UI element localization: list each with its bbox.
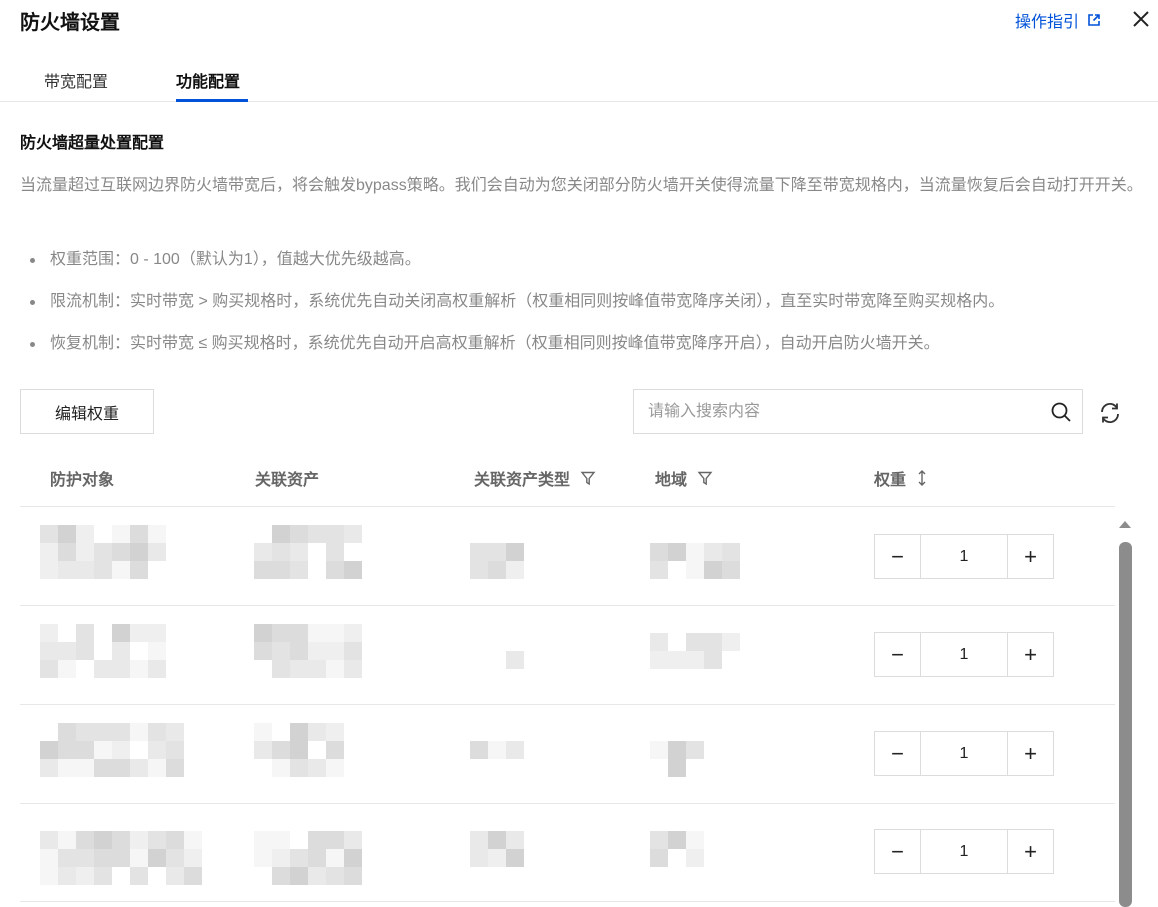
weight-stepper: − 1 + bbox=[874, 534, 1054, 579]
blurred-region bbox=[650, 633, 740, 669]
blurred-linked-asset bbox=[254, 624, 362, 678]
column-asset-type: 关联资产类型 bbox=[474, 466, 596, 490]
edit-weight-button[interactable]: 编辑权重 bbox=[20, 389, 154, 434]
table-header: 防护对象 关联资产 关联资产类型 地域 权重 bbox=[20, 452, 1115, 507]
dialog-title: 防火墙设置 bbox=[20, 12, 120, 34]
tab-bandwidth-config[interactable]: 带宽配置 bbox=[44, 68, 108, 92]
weight-stepper: − 1 + bbox=[874, 632, 1054, 677]
decrement-button[interactable]: − bbox=[875, 535, 920, 578]
tab-bar: 带宽配置 功能配置 bbox=[0, 58, 1158, 102]
increment-button[interactable]: + bbox=[1008, 535, 1053, 578]
section-title: 防火墙超量处置配置 bbox=[20, 135, 165, 152]
blurred-region bbox=[650, 831, 704, 867]
tab-feature-config[interactable]: 功能配置 bbox=[176, 68, 240, 92]
blurred-asset-type bbox=[470, 831, 524, 867]
sort-icon[interactable] bbox=[916, 470, 928, 486]
filter-icon[interactable] bbox=[697, 470, 713, 486]
external-link-icon bbox=[1088, 14, 1100, 26]
weight-stepper: − 1 + bbox=[874, 731, 1054, 776]
table-row: − 1 + bbox=[20, 705, 1115, 804]
decrement-button[interactable]: − bbox=[875, 732, 920, 775]
blurred-linked-asset bbox=[254, 723, 344, 777]
increment-button[interactable]: + bbox=[1008, 633, 1053, 676]
column-linked-asset: 关联资产 bbox=[255, 472, 320, 489]
blurred-linked-asset bbox=[254, 525, 362, 579]
scrollbar-thumb[interactable] bbox=[1119, 542, 1132, 907]
column-protected-object: 防护对象 bbox=[50, 472, 115, 489]
blurred-region bbox=[650, 741, 704, 777]
column-region: 地域 bbox=[655, 466, 713, 490]
decrement-button[interactable]: − bbox=[875, 830, 920, 873]
increment-button[interactable]: + bbox=[1008, 732, 1053, 775]
active-tab-indicator bbox=[176, 99, 248, 102]
blurred-protected-object bbox=[40, 723, 184, 777]
table-row: − 1 + bbox=[20, 507, 1115, 606]
blurred-protected-object bbox=[40, 624, 166, 678]
refresh-icon[interactable] bbox=[1098, 401, 1122, 425]
weight-stepper: − 1 + bbox=[874, 829, 1054, 874]
rule-weight-range: 权重范围：0 - 100（默认为1），值越大优先级越高。 bbox=[26, 246, 1146, 288]
blurred-protected-object bbox=[40, 525, 166, 579]
blurred-asset-type bbox=[470, 633, 524, 669]
table-row: − 1 + bbox=[20, 606, 1115, 705]
section-description: 当流量超过互联网边界防火墙带宽后，将会触发bypass策略。我们会自动为您关闭部… bbox=[20, 177, 1143, 194]
table-row: − 1 + bbox=[20, 803, 1115, 902]
search-icon[interactable] bbox=[1050, 401, 1072, 423]
search-box bbox=[633, 389, 1083, 434]
scroll-up-arrow-icon[interactable] bbox=[1117, 518, 1133, 530]
blurred-region bbox=[650, 543, 740, 579]
rule-throttle: 限流机制：实时带宽 > 购买规格时，系统优先自动关闭高权重解析（权重相同则按峰值… bbox=[26, 288, 1146, 330]
increment-button[interactable]: + bbox=[1008, 830, 1053, 873]
weight-value[interactable]: 1 bbox=[920, 535, 1008, 578]
rule-recovery: 恢复机制：实时带宽 ≤ 购买规格时，系统优先自动开启高权重解析（权重相同则按峰值… bbox=[26, 330, 1146, 372]
column-weight[interactable]: 权重 bbox=[874, 466, 928, 490]
blurred-protected-object bbox=[40, 831, 202, 885]
weight-value[interactable]: 1 bbox=[920, 633, 1008, 676]
guide-link[interactable]: 操作指引 bbox=[1015, 8, 1101, 32]
guide-link-label: 操作指引 bbox=[1015, 14, 1080, 31]
weight-value[interactable]: 1 bbox=[920, 732, 1008, 775]
blurred-linked-asset bbox=[254, 831, 362, 885]
decrement-button[interactable]: − bbox=[875, 633, 920, 676]
search-input[interactable] bbox=[648, 400, 1028, 424]
blurred-asset-type bbox=[470, 543, 524, 579]
close-icon[interactable] bbox=[1130, 8, 1152, 30]
blurred-asset-type bbox=[470, 741, 524, 759]
rule-list: 权重范围：0 - 100（默认为1），值越大优先级越高。 限流机制：实时带宽 >… bbox=[26, 246, 1146, 372]
dialog-header: 防火墙设置 操作指引 bbox=[0, 0, 1158, 40]
filter-icon[interactable] bbox=[580, 470, 596, 486]
weight-value[interactable]: 1 bbox=[920, 830, 1008, 873]
